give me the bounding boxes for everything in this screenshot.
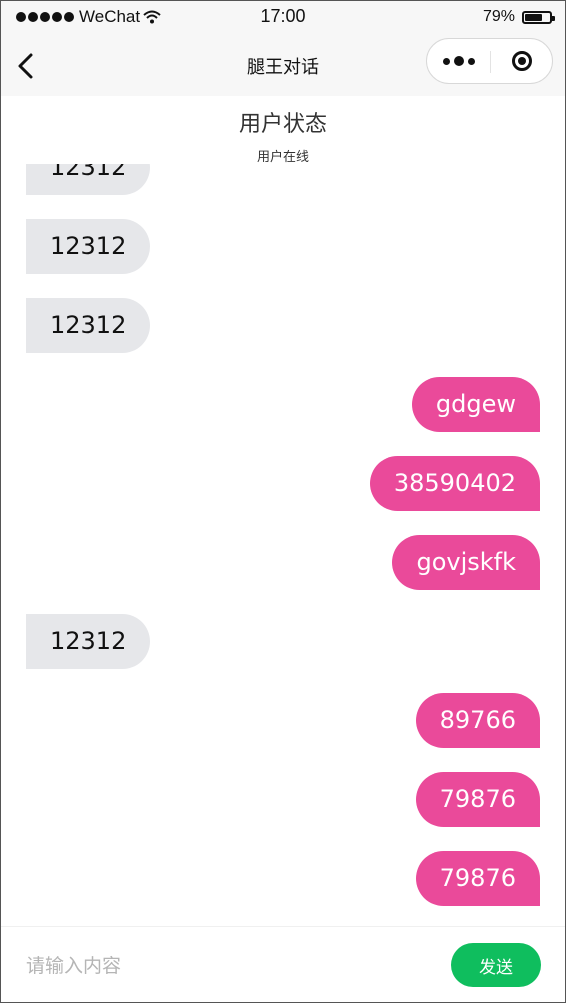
received-message-bubble[interactable]: 12312 bbox=[26, 614, 151, 669]
battery-percent: 79% bbox=[482, 8, 515, 25]
message-row: 89766 bbox=[0, 693, 566, 748]
sent-message-bubble[interactable]: 79876 bbox=[415, 851, 540, 906]
user-status-title: 用户状态 bbox=[238, 112, 327, 137]
status-time: 17:00 bbox=[260, 6, 306, 26]
input-bar: 发送 bbox=[0, 926, 566, 1003]
message-row: 12312 bbox=[0, 298, 566, 353]
more-dots-icon[interactable] bbox=[427, 39, 490, 83]
message-row: 12312 bbox=[0, 219, 566, 274]
message-row: 38590402 bbox=[0, 456, 566, 511]
received-message-bubble[interactable]: 12312 bbox=[26, 164, 151, 195]
send-button[interactable]: 发送 bbox=[451, 943, 541, 987]
received-message-bubble[interactable]: 12312 bbox=[26, 219, 151, 274]
sent-message-bubble[interactable]: 38590402 bbox=[369, 456, 540, 511]
battery-fill bbox=[525, 13, 543, 21]
message-row: 79876 bbox=[0, 851, 566, 906]
miniprogram-capsule bbox=[426, 38, 553, 84]
message-input[interactable] bbox=[26, 945, 406, 987]
message-row: 12312 bbox=[0, 164, 566, 195]
message-list[interactable]: 12312 12312 12312 gdgew 38590402 govjskfk 1231… bbox=[0, 164, 566, 926]
nav-bar: 腿王对话 bbox=[0, 34, 566, 96]
sent-message-bubble[interactable]: 89766 bbox=[415, 693, 540, 748]
status-right: 79% bbox=[482, 8, 555, 26]
message-row: govjskfk bbox=[0, 535, 566, 590]
target-close-icon[interactable] bbox=[491, 39, 553, 83]
message-row: gdgew bbox=[0, 377, 566, 432]
status-bar: WeChat 17:00 79% bbox=[0, 0, 566, 34]
sent-message-bubble[interactable]: gdgew bbox=[411, 377, 540, 432]
received-message-bubble[interactable]: 12312 bbox=[26, 298, 151, 353]
user-status-subtitle: 用户在线 bbox=[256, 150, 309, 165]
message-row: 79876 bbox=[0, 772, 566, 827]
sent-message-bubble[interactable]: 79876 bbox=[415, 772, 540, 827]
message-row: 12312 bbox=[0, 614, 566, 669]
sent-message-bubble[interactable]: govjskfk bbox=[392, 535, 540, 590]
battery-icon bbox=[522, 10, 555, 24]
